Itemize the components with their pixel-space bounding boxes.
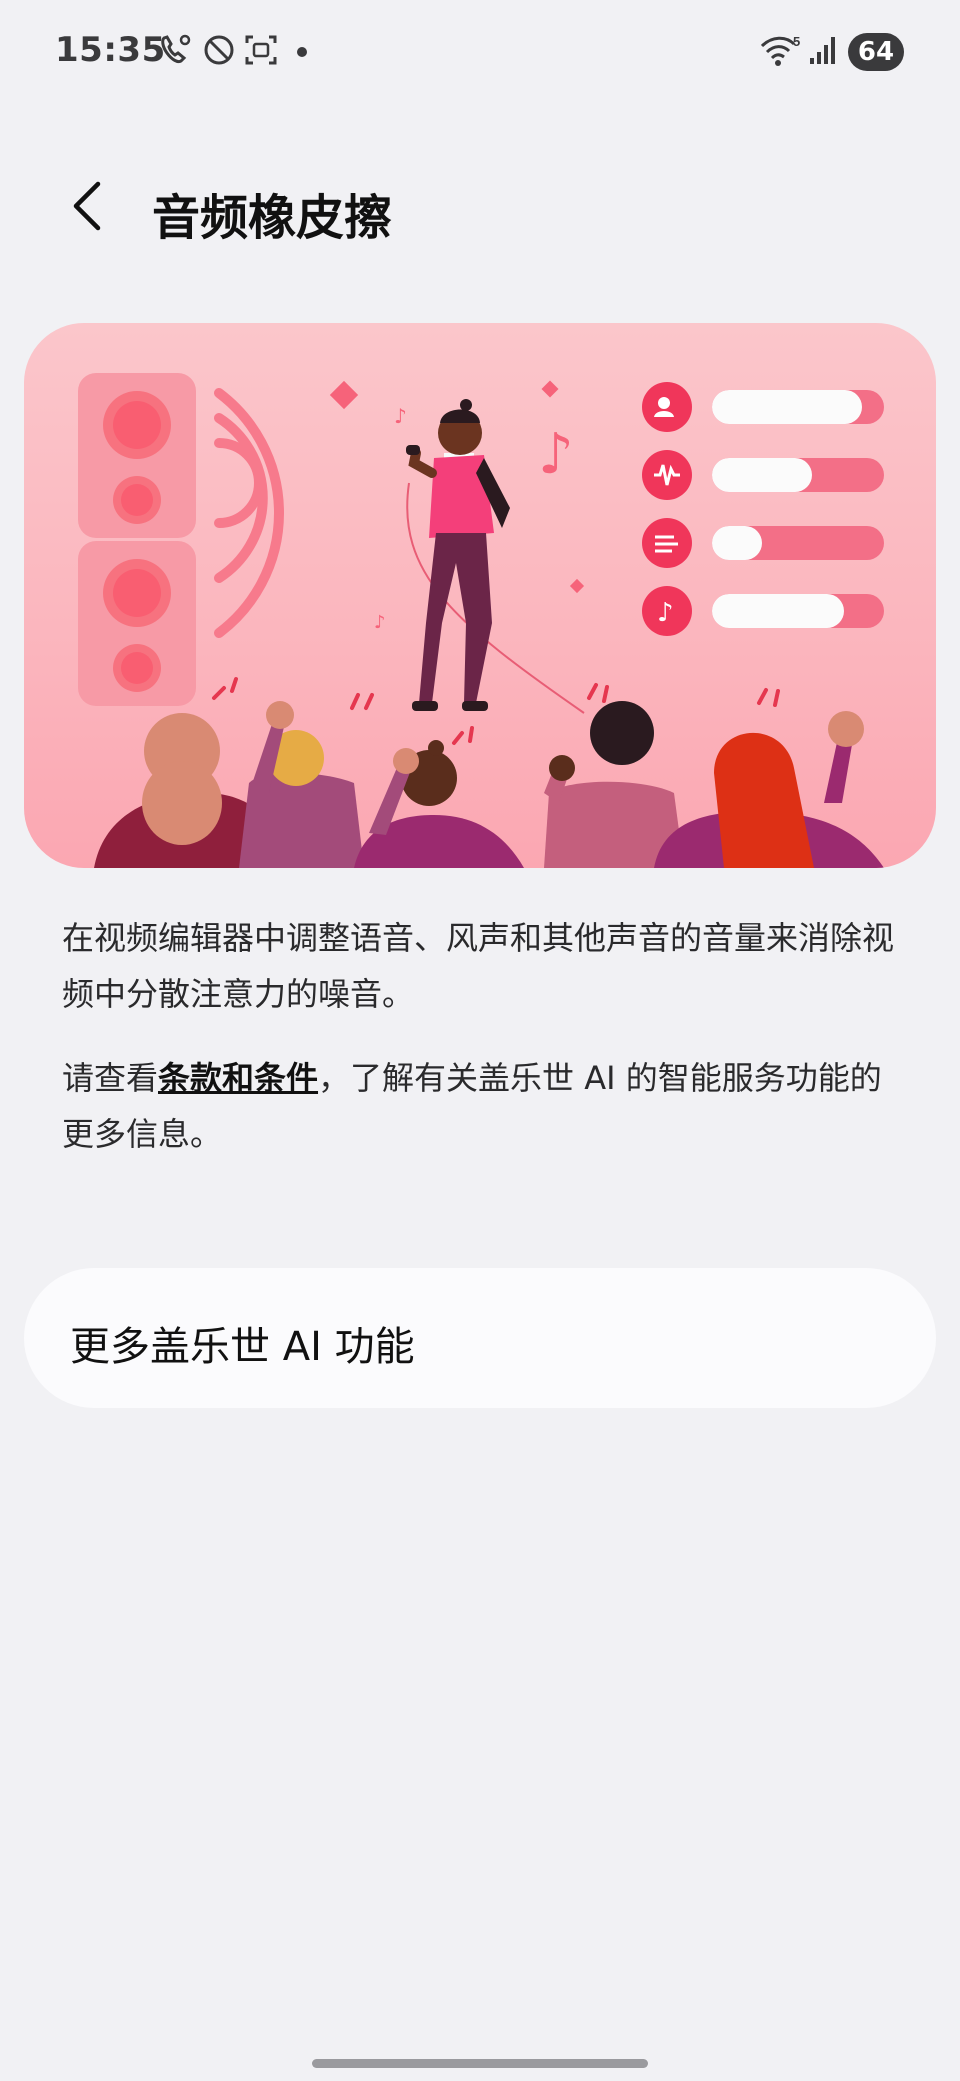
navigation-handle[interactable] <box>312 2059 648 2068</box>
terms-notice: 请查看条款和条件，了解有关盖乐世 AI 的智能服务功能的更多信息。 <box>62 1050 902 1162</box>
crowd-figures <box>94 677 884 868</box>
status-bar: 15:35 5 64 <box>0 0 960 110</box>
svg-text:♪: ♪ <box>657 598 674 628</box>
signal-icon <box>810 37 835 64</box>
svg-text:♪: ♪ <box>538 422 574 487</box>
status-time: 15:35 <box>55 30 166 70</box>
battery-indicator: 64 <box>848 33 904 71</box>
svg-text:♪: ♪ <box>374 612 386 633</box>
blocked-icon <box>204 35 234 65</box>
more-ai-features-label: 更多盖乐世 AI 功能 <box>70 1324 415 1370</box>
screenshot-icon <box>245 35 277 65</box>
terms-prefix: 请查看 <box>62 1059 159 1097</box>
wifi-icon: 5 <box>760 34 800 66</box>
terms-and-conditions-link[interactable]: 条款和条件 <box>158 1059 318 1097</box>
speaker-graphic <box>78 373 196 706</box>
back-arrow-icon[interactable] <box>68 178 108 234</box>
volume-sliders: ♪ <box>642 382 884 636</box>
svg-text:♪: ♪ <box>394 404 407 428</box>
notification-dot-icon <box>297 47 307 57</box>
page-title: 音频橡皮擦 <box>152 190 393 246</box>
feature-description: 在视频编辑器中调整语音、风声和其他声音的音量来消除视频中分散注意力的噪音。 <box>62 919 895 1013</box>
call-icon <box>161 34 191 64</box>
more-ai-features-button[interactable]: 更多盖乐世 AI 功能 <box>24 1268 936 1408</box>
hero-illustration: ♪ ♪ ♪ ♪ <box>24 323 936 868</box>
wifi-generation-label: 5 <box>793 34 800 49</box>
